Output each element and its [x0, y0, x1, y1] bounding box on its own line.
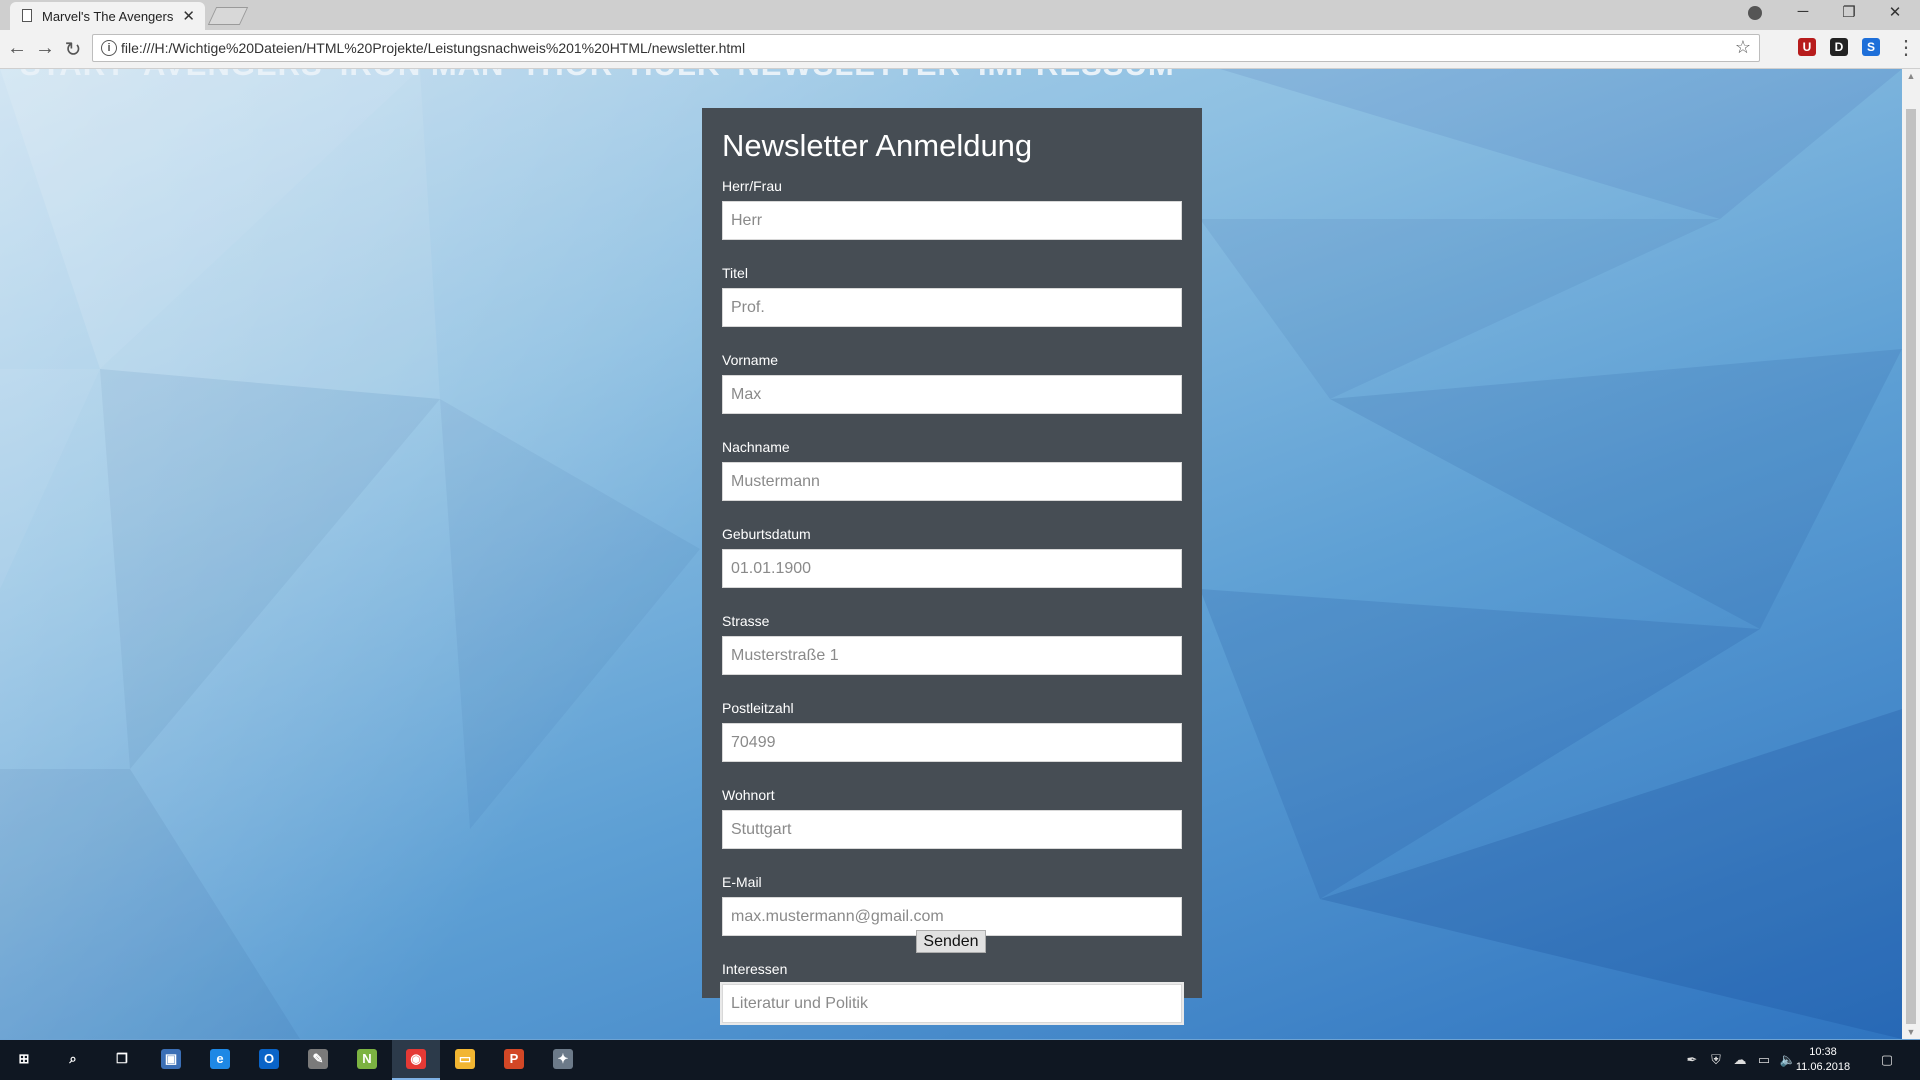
browser-toolbar: ← → ↻ i file:///H:/Wichtige%20Dateien/HT…: [0, 30, 1920, 69]
field-label: Geburtsdatum: [722, 526, 811, 542]
form-title: Newsletter Anmeldung: [722, 128, 1033, 163]
input-geburtsdatum[interactable]: [722, 549, 1182, 588]
app-icon: ✦: [553, 1049, 573, 1069]
nav-link-avengers[interactable]: AVENGERS: [143, 69, 323, 82]
scroll-down-arrow-icon[interactable]: ▼: [1902, 1025, 1920, 1039]
taskbar-item[interactable]: ✦: [539, 1040, 587, 1080]
notification-center-icon[interactable]: ▢: [1878, 1051, 1896, 1069]
input-wohnort[interactable]: [722, 810, 1182, 849]
notepad-plus-icon: N: [357, 1049, 377, 1069]
clock-time: 10:38: [1809, 1046, 1837, 1058]
nav-link-newsletter[interactable]: NEWSLETTER: [737, 69, 961, 82]
taskbar-item[interactable]: ⌕: [49, 1040, 97, 1080]
remote-desktop-icon: ▣: [161, 1049, 181, 1069]
powerpoint-icon: P: [504, 1049, 524, 1069]
taskbar-item[interactable]: e: [196, 1040, 244, 1080]
tab-close-icon[interactable]: ✕: [182, 7, 195, 25]
cloud-icon[interactable]: ☁: [1731, 1051, 1749, 1069]
input-postleitzahl[interactable]: [722, 723, 1182, 762]
pen-icon[interactable]: ✒: [1683, 1051, 1701, 1069]
taskbar-item[interactable]: ▣: [147, 1040, 195, 1080]
input-herr-frau[interactable]: [722, 201, 1182, 240]
taskbar-item[interactable]: P: [490, 1040, 538, 1080]
page-background: START AVENGERS IRON MAN THOR HULK NEWSLETTER I…: [0, 69, 1902, 1039]
tab-title: Marvel's The Avengers: [42, 9, 174, 24]
document-icon: [22, 9, 32, 22]
search-icon: ⌕: [69, 1051, 77, 1066]
bookmark-star-icon[interactable]: ☆: [1735, 37, 1751, 58]
file-explorer-icon: ▭: [455, 1049, 475, 1069]
reload-button[interactable]: ↻: [60, 37, 86, 62]
nav-link-iron-man[interactable]: IRON MAN: [340, 69, 505, 82]
shield-icon[interactable]: ⛨: [1707, 1051, 1725, 1069]
browser-tab[interactable]: Marvel's The Avengers ✕: [10, 2, 205, 30]
maximize-button[interactable]: ❐: [1826, 3, 1872, 21]
d-extension-icon[interactable]: D: [1830, 38, 1848, 56]
tab-bar: Marvel's The Avengers ✕ ─ ❐ ✕: [0, 0, 1920, 30]
chrome-icon: ◉: [406, 1049, 426, 1069]
taskbar-item[interactable]: ✎: [294, 1040, 342, 1080]
input-strasse[interactable]: [722, 636, 1182, 675]
address-bar[interactable]: i file:///H:/Wichtige%20Dateien/HTML%20P…: [92, 34, 1760, 62]
network-icon[interactable]: ▭: [1755, 1051, 1773, 1069]
url-text[interactable]: file:///H:/Wichtige%20Dateien/HTML%20Pro…: [121, 40, 745, 56]
profile-icon[interactable]: [1748, 6, 1762, 20]
field-label: Postleitzahl: [722, 700, 794, 716]
ublock-icon[interactable]: U: [1798, 38, 1816, 56]
browser-menu-icon[interactable]: ⋮: [1896, 35, 1916, 60]
taskbar-item[interactable]: ⊞: [0, 1040, 48, 1080]
taskbar-item[interactable]: N: [343, 1040, 391, 1080]
field-label: E-Mail: [722, 874, 762, 890]
main-navigation: START AVENGERS IRON MAN THOR HULK NEWSLETTER I…: [20, 69, 1192, 83]
taskbar-item[interactable]: ◉: [392, 1040, 440, 1080]
nav-link-hulk[interactable]: HULK: [630, 69, 720, 82]
field-label: Interessen: [722, 961, 788, 977]
field-label: Herr/Frau: [722, 178, 782, 194]
nav-link-thor[interactable]: THOR: [521, 69, 613, 82]
input-interessen[interactable]: [720, 982, 1184, 1025]
outlook-icon: O: [259, 1049, 279, 1069]
task-view-icon: ❐: [116, 1051, 128, 1066]
field-label: Wohnort: [722, 787, 775, 803]
input-vorname[interactable]: [722, 375, 1182, 414]
info-icon[interactable]: i: [101, 40, 117, 56]
taskbar-item[interactable]: ❐: [98, 1040, 146, 1080]
field-label: Titel: [722, 265, 748, 281]
scroll-thumb[interactable]: [1906, 109, 1916, 1024]
back-button[interactable]: ←: [4, 37, 30, 60]
field-label: Vorname: [722, 352, 779, 368]
paint-icon: ✎: [308, 1049, 328, 1069]
new-tab-button[interactable]: [207, 7, 249, 25]
field-label: Nachname: [722, 439, 790, 455]
close-button[interactable]: ✕: [1872, 3, 1918, 21]
newsletter-form: Newsletter Anmeldung Herr/Frau Titel Vorna…: [702, 108, 1202, 1025]
input-nachname[interactable]: [722, 462, 1182, 501]
internet-explorer-icon: e: [210, 1049, 230, 1069]
nav-link-start[interactable]: START: [20, 69, 126, 82]
input-titel[interactable]: [722, 288, 1182, 327]
field-label: Strasse: [722, 613, 770, 629]
page-scrollbar[interactable]: ▲ ▼: [1902, 69, 1920, 1039]
nav-link-impressum[interactable]: IMPRESSUM: [978, 69, 1175, 82]
clock-date: 11.06.2018: [1795, 1061, 1851, 1073]
s-extension-icon[interactable]: S: [1862, 38, 1880, 56]
minimize-button[interactable]: ─: [1780, 3, 1826, 20]
windows-taskbar: ⊞ ⌕ ❐ ▣ e O ✎ N ◉ ▭ P ✦ ✒ ⛨ ☁ ▭ 🔈 10:38 11.06.2018 ▢: [0, 1040, 1920, 1080]
taskbar-item[interactable]: ▭: [441, 1040, 489, 1080]
forward-button[interactable]: →: [32, 37, 58, 60]
scroll-up-arrow-icon[interactable]: ▲: [1902, 69, 1920, 83]
submit-button[interactable]: Senden: [916, 930, 986, 953]
taskbar-item[interactable]: O: [245, 1040, 293, 1080]
system-clock[interactable]: 10:38 11.06.2018: [1788, 1045, 1858, 1075]
start-icon: ⊞: [18, 1051, 30, 1066]
